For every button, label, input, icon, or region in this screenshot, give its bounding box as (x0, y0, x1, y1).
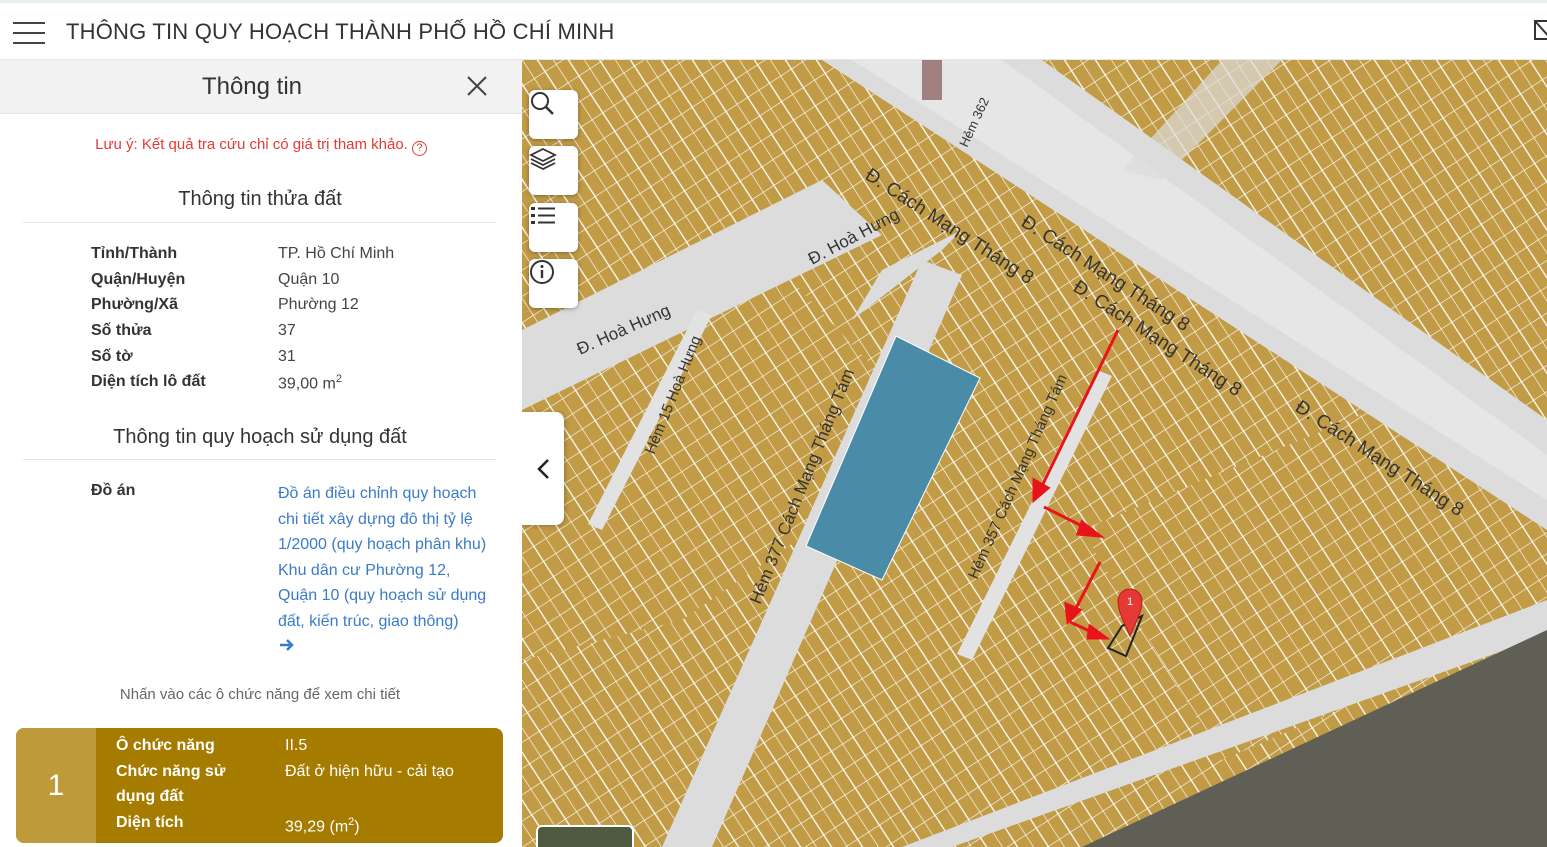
collapse-panel-button[interactable] (522, 412, 564, 525)
info-panel: Thông tin Lưu ý: Kết quả tra cứu chỉ có … (0, 60, 522, 847)
land-value: 31 (278, 348, 296, 365)
plan-section-title: Thông tin quy hoạch sử dụng đất (113, 426, 407, 448)
panel-title: Thông tin (201, 73, 303, 100)
area-value: 39,00 m (278, 375, 336, 393)
help-icon[interactable]: ? (411, 141, 427, 156)
app-header: THÔNG TIN QUY HOẠCH THÀNH PHỐ HỒ CHÍ MIN… (0, 0, 1547, 60)
card-area-close: ) (354, 818, 360, 836)
arrow-right-icon[interactable] (279, 636, 295, 657)
land-label: Số tờ (91, 348, 133, 365)
card-label: Chức năng sử dụng đất (116, 763, 226, 805)
land-section-title: Thông tin thửa đất (178, 188, 342, 210)
disclaimer-note: Lưu ý: Kết quả tra cứu chỉ có giá trị th… (0, 136, 522, 156)
map-view[interactable]: Đ. Cách Mạng Tháng 8 Đ. Cách Mạng Tháng … (522, 60, 1547, 847)
fullscreen-icon[interactable] (1533, 19, 1547, 43)
card-index: 1 (16, 728, 96, 843)
app-title: THÔNG TIN QUY HOẠCH THÀNH PHỐ HỒ CHÍ MIN… (66, 19, 615, 44)
card-label: Diện tích (116, 814, 184, 831)
card-value: 39,29 (m2) (285, 810, 360, 839)
plan-label: Đồ án (91, 482, 136, 499)
card-value: II.5 (285, 737, 308, 754)
land-value: TP. Hồ Chí Minh (278, 245, 395, 262)
land-label: Diện tích lô đất (91, 373, 206, 390)
menu-icon[interactable] (13, 22, 45, 44)
basemap-thumbnail[interactable] (536, 825, 634, 847)
card-area-value: 39,29 (m (285, 818, 349, 836)
divider (23, 459, 496, 460)
function-cell-card[interactable]: 1 Ô chức năng II.5 Chức năng sử dụng đất… (16, 728, 503, 843)
disclaimer-text: Lưu ý: Kết quả tra cứu chỉ có giá trị th… (95, 136, 408, 153)
map-canvas[interactable]: Đ. Cách Mạng Tháng 8 Đ. Cách Mạng Tháng … (522, 60, 1547, 847)
search-button[interactable] (529, 90, 578, 139)
info-button[interactable] (529, 259, 578, 308)
land-value: 37 (278, 322, 296, 339)
legend-list-button[interactable] (529, 203, 578, 252)
card-label: Ô chức năng (116, 737, 215, 754)
area-unit-sup: 2 (335, 373, 342, 385)
land-value: Quận 10 (278, 271, 340, 288)
land-value: Phường 12 (278, 296, 359, 313)
plan-link[interactable]: Đồ án điều chỉnh quy hoạch chi tiết xây … (278, 481, 493, 635)
marker-label: 1 (1127, 596, 1133, 608)
layers-button[interactable] (529, 146, 578, 195)
hint-text: Nhấn vào các ô chức năng để xem chi tiết (119, 686, 401, 703)
close-icon[interactable] (466, 75, 488, 97)
land-value: 39,00 m2 (278, 373, 342, 393)
land-label: Phường/Xã (91, 296, 178, 313)
land-label: Tỉnh/Thành (91, 245, 178, 262)
panel-header: Thông tin (0, 60, 522, 114)
divider (23, 222, 496, 223)
card-value: Đất ở hiện hữu - cải tạo (285, 763, 454, 780)
land-label: Quận/Huyện (91, 271, 186, 288)
land-label: Số thửa (91, 322, 152, 339)
